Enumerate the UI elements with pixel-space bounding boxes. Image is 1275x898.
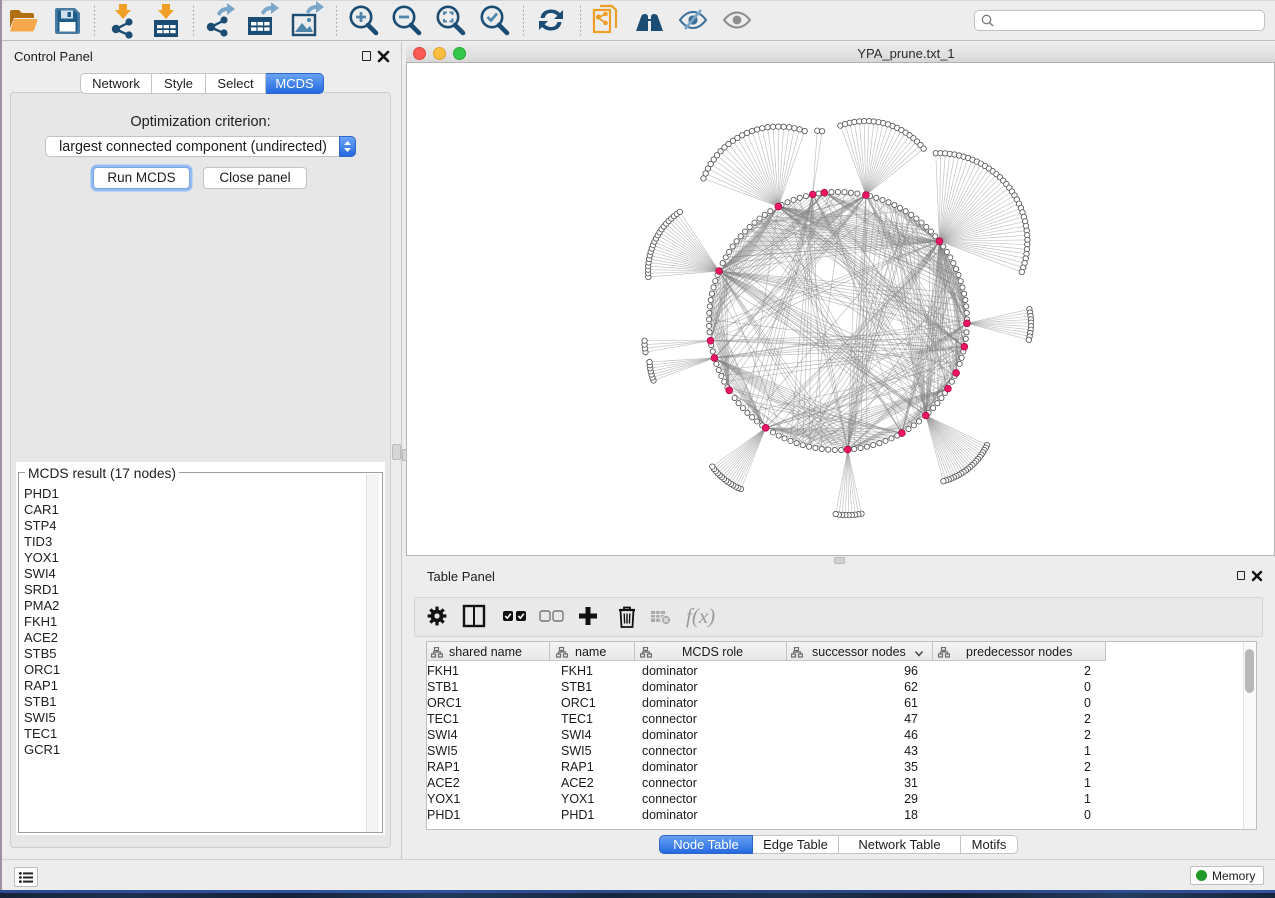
svg-text:f(x): f(x) (686, 604, 715, 628)
